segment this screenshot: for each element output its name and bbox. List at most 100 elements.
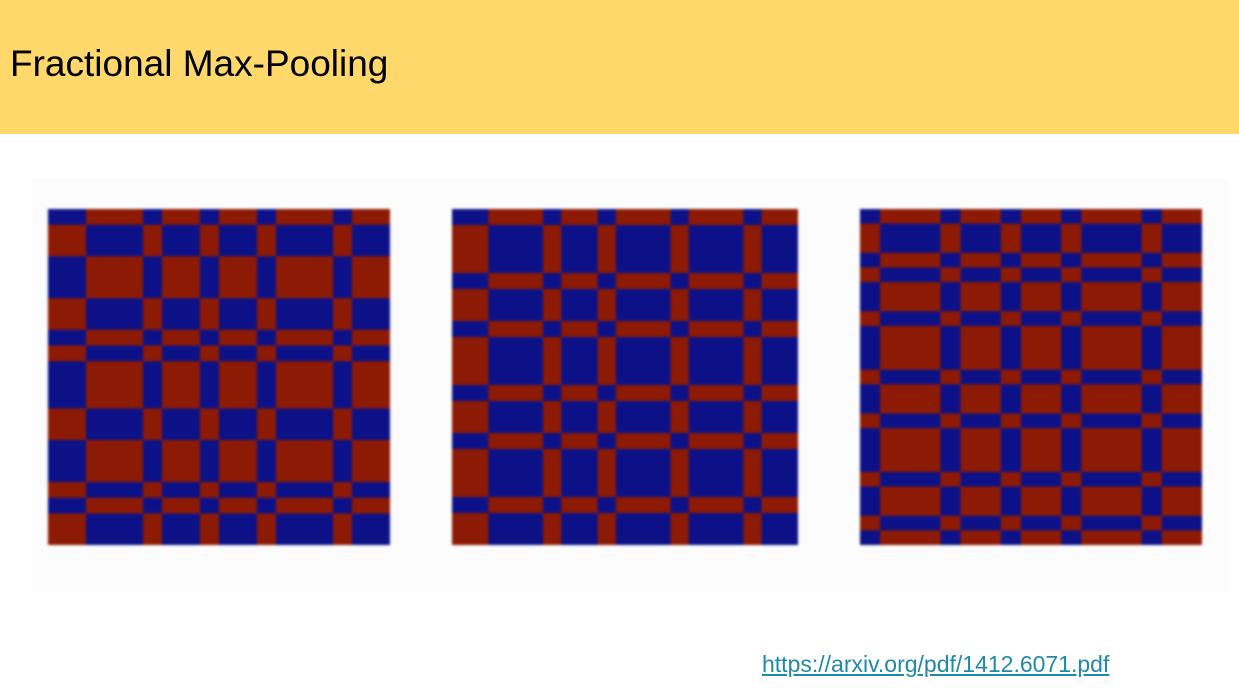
pooling-cell: [743, 513, 763, 545]
pooling-cell: [761, 273, 798, 290]
pooling-cell: [615, 289, 672, 322]
pooling-cell: [670, 497, 690, 514]
pooling-cell: [597, 385, 617, 402]
pooling-cell: [688, 209, 744, 226]
pooling-cell: [257, 329, 277, 347]
pooling-cell: [561, 289, 599, 322]
pooling-cell: [1141, 209, 1163, 225]
pooling-cell: [670, 433, 690, 450]
pooling-cell: [960, 252, 1002, 269]
pooling-cell: [940, 252, 962, 269]
pooling-cell: [1161, 428, 1202, 473]
pooling-cell: [162, 408, 201, 441]
pooling-cell: [761, 337, 798, 386]
pooling-cell: [333, 224, 353, 257]
pooling-cell: [743, 289, 763, 322]
pooling-cell: [48, 497, 87, 515]
pooling-cell: [452, 401, 490, 434]
pooling-cell: [960, 282, 1002, 312]
pooling-cell: [48, 440, 87, 483]
pooling-cell: [597, 401, 617, 434]
pooling-cell: [743, 433, 763, 450]
pooling-cell: [1061, 223, 1082, 254]
pooling-cell: [452, 225, 490, 274]
pooling-cell: [452, 289, 490, 322]
pooling-cell: [597, 449, 617, 498]
pooling-cell: [333, 408, 353, 441]
pooling-cell: [200, 298, 220, 331]
pooling-cell: [880, 252, 942, 269]
pooling-cell: [960, 384, 1002, 415]
pooling-cell: [688, 433, 744, 450]
pooling-cell: [1161, 267, 1202, 283]
pooling-cell: [1000, 282, 1022, 312]
pooling-cell: [860, 369, 881, 385]
pooling-cell: [688, 337, 744, 386]
pooling-cell: [940, 428, 962, 473]
pooling-cell: [743, 449, 763, 498]
pooling-cell: [1020, 471, 1062, 488]
pooling-cell: [860, 384, 881, 415]
pooling-cell: [960, 311, 1002, 327]
pooling-cell: [940, 515, 962, 531]
pooling-cell: [1141, 471, 1163, 488]
pooling-cell: [1141, 515, 1163, 531]
pooling-cell: [543, 321, 562, 338]
pooling-cell: [352, 224, 390, 257]
pooling-cell: [1161, 311, 1202, 327]
pooling-cell: [1061, 384, 1082, 415]
pooling-cell: [352, 497, 390, 515]
pooling-cell: [200, 440, 220, 483]
pooling-cell: [48, 329, 87, 347]
pooling-cell: [257, 408, 277, 441]
pooling-cell: [86, 408, 144, 441]
pooling-cell: [940, 223, 962, 254]
pooling-cell: [257, 482, 277, 499]
pooling-cell: [257, 497, 277, 515]
pooling-cell: [940, 471, 962, 488]
pooling-cell: [543, 449, 562, 498]
pooling-cell: [561, 449, 599, 498]
pooling-cell: [488, 225, 544, 274]
paper-link[interactable]: https://arxiv.org/pdf/1412.6071.pdf: [762, 651, 1109, 678]
pooling-cell: [1081, 428, 1143, 473]
pooling-cell: [1000, 471, 1022, 488]
pooling-cell: [219, 440, 258, 483]
pooling-cell: [1000, 223, 1022, 254]
pooling-cell: [219, 256, 258, 299]
pooling-cell: [1020, 311, 1062, 327]
pooling-cell: [688, 225, 744, 274]
pooling-cell: [1081, 282, 1143, 312]
pooling-cell: [1081, 325, 1143, 371]
pooling-cell: [761, 497, 798, 514]
pooling-cell: [48, 482, 87, 499]
pooling-cell: [333, 440, 353, 483]
pooling-cell: [860, 428, 881, 473]
pooling-cell: [1141, 486, 1163, 517]
pooling-cell: [1000, 369, 1022, 385]
pooling-cell: [200, 408, 220, 441]
pooling-cell: [352, 329, 390, 347]
pooling-cell: [86, 224, 144, 257]
pooling-cell: [940, 325, 962, 371]
pooling-cell: [257, 298, 277, 331]
pooling-cell: [200, 497, 220, 515]
pooling-cell: [1020, 530, 1062, 545]
pooling-cell: [1061, 413, 1082, 429]
pooling-cell: [1161, 223, 1202, 254]
pooling-cell: [1141, 428, 1163, 473]
pooling-cell: [615, 273, 672, 290]
pooling-cell: [352, 513, 390, 545]
pooling-cell: [761, 321, 798, 338]
pooling-cell: [688, 289, 744, 322]
pooling-cell: [452, 433, 490, 450]
pooling-cell: [276, 440, 334, 483]
pooling-cell: [940, 311, 962, 327]
pooling-cell: [1061, 311, 1082, 327]
pooling-cell: [615, 497, 672, 514]
pooling-cell: [761, 209, 798, 226]
pooling-cell: [48, 256, 87, 299]
slide-title: Fractional Max-Pooling: [10, 43, 389, 84]
pooling-cell: [670, 337, 690, 386]
pooling-cell: [743, 209, 763, 226]
